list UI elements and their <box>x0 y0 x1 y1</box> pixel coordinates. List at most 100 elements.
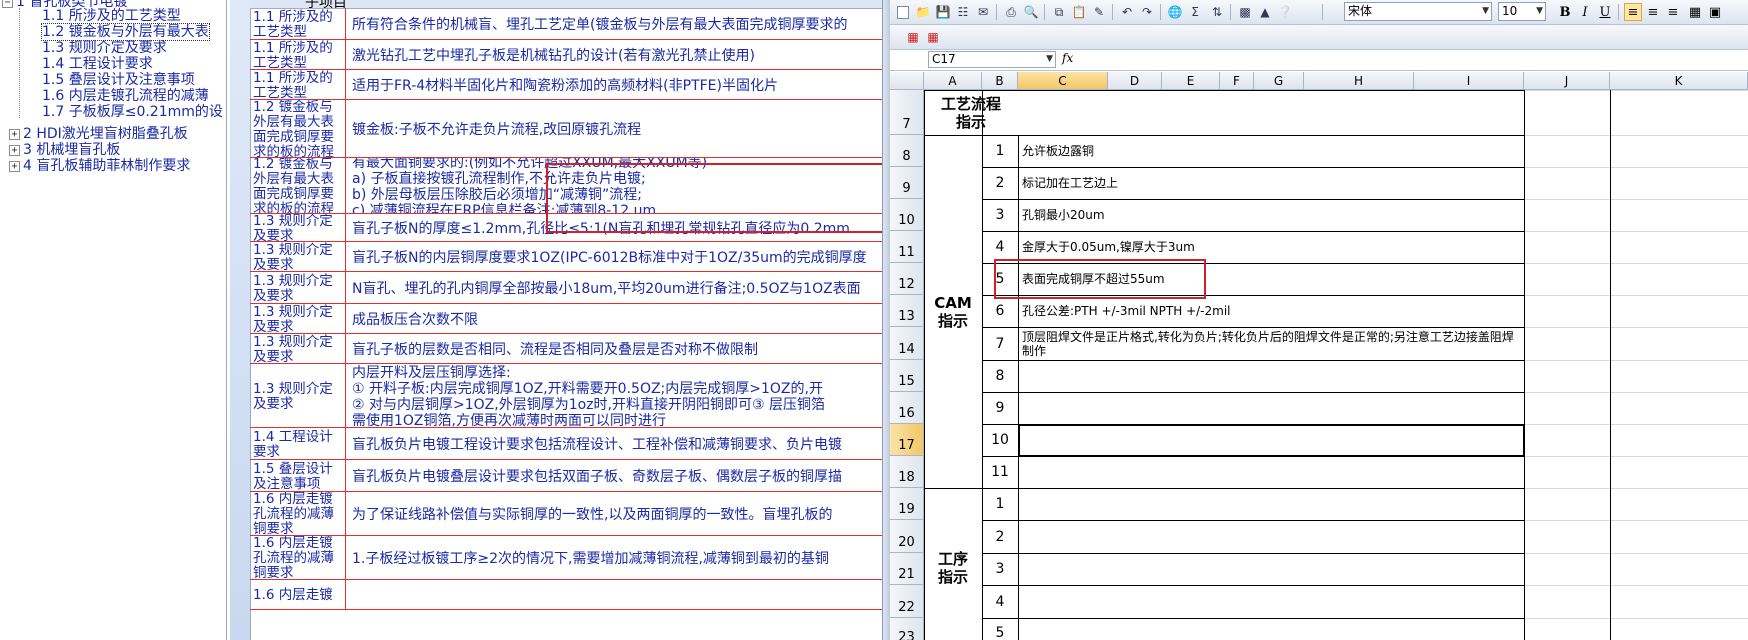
row-header[interactable]: 10 <box>890 199 924 231</box>
procedure-item-number[interactable]: 1 <box>982 488 1018 520</box>
spec-row[interactable]: 1.6 内层走镀孔流程的减薄铜要求 为了保证线路补偿值与实际铜厚的一致性,以及两面… <box>250 492 882 536</box>
row-header[interactable]: 18 <box>890 456 924 488</box>
active-cell-c17[interactable] <box>1018 424 1525 457</box>
copy-icon[interactable]: ⧉ <box>1050 3 1068 21</box>
merge-center-button[interactable]: ▦ <box>1686 3 1704 21</box>
spec-row[interactable]: 1.4 工程设计要求 盲孔板负片电镀工程设计要求包括流程设计、工程补偿和减薄铜要求… <box>250 428 882 460</box>
tree-section-node[interactable]: +4 盲孔板辅助菲林制作要求 <box>9 157 190 175</box>
save-icon[interactable]: 💾 <box>934 3 952 21</box>
row-header[interactable]: 23 <box>890 618 924 640</box>
column-header-i[interactable]: I <box>1414 72 1524 90</box>
column-header-h[interactable]: H <box>1304 72 1414 90</box>
cam-item-text[interactable]: 允许板边露铜 <box>1018 135 1524 167</box>
column-header-d[interactable]: D <box>1108 72 1162 90</box>
new-file-icon[interactable] <box>894 3 912 21</box>
cam-item-number[interactable]: 6 <box>982 295 1018 327</box>
section-cam[interactable]: CAM 指示 <box>924 135 982 488</box>
spec-row[interactable]: 1.6 内层走镀 <box>250 580 882 610</box>
row-header[interactable]: 21 <box>890 553 924 585</box>
spec-row[interactable]: 1.2 镀金板与外层有最大表面完成铜厚要求的板的流程 有最大面铜要求的:(例如不允… <box>250 158 882 214</box>
row-header[interactable]: 8 <box>890 135 924 167</box>
autosum-icon[interactable]: Σ <box>1186 3 1204 21</box>
cam-item-text[interactable]: 顶层阻焊文件是正片格式,转化为负片;转化负片后的阻焊文件是正常的;另注意工艺边接… <box>1018 327 1524 360</box>
spec-row[interactable]: 1.6 内层走镀孔流程的减薄铜要求 1.子板经过板镀工序≥2次的情况下,需要增加减… <box>250 536 882 580</box>
section-procedure[interactable]: 工序 指示 <box>924 488 982 640</box>
chart-wizard-icon[interactable]: ▩ <box>1236 3 1254 21</box>
print-preview-icon[interactable]: 🔍 <box>1022 3 1040 21</box>
align-right-button[interactable]: ≡ <box>1664 3 1682 21</box>
spec-row[interactable]: 1.5 叠层设计及注意事项 盲孔板负片电镀叠层设计要求包括双面子板、奇数层子板、偶… <box>250 460 882 492</box>
spec-row[interactable]: 1.3 规则介定及要求 N盲孔、埋孔的孔内铜厚全部按最小18um,平均20um进行… <box>250 272 882 304</box>
help-icon[interactable]: ❔ <box>1276 3 1294 21</box>
cam-item-text[interactable] <box>1018 360 1524 392</box>
column-header-c[interactable]: C <box>1018 72 1108 90</box>
permission-icon[interactable]: ☷ <box>954 3 972 21</box>
cam-item-number[interactable]: 1 <box>982 135 1018 167</box>
cam-item-number[interactable]: 8 <box>982 360 1018 392</box>
format-painter-icon[interactable]: ✎ <box>1090 3 1108 21</box>
select-all-corner[interactable] <box>890 72 924 90</box>
cam-item-text[interactable]: 标记加在工艺边上 <box>1018 167 1524 199</box>
procedure-item-number[interactable]: 4 <box>982 585 1018 618</box>
cam-item-text[interactable]: 孔铜最小20um <box>1018 199 1524 231</box>
column-header-g[interactable]: G <box>1254 72 1304 90</box>
cam-item-number[interactable]: 2 <box>982 167 1018 199</box>
column-header-j[interactable]: J <box>1524 72 1610 90</box>
drawing-icon[interactable]: ▲ <box>1256 3 1274 21</box>
row-header[interactable]: 15 <box>890 360 924 392</box>
redo-icon[interactable]: ↷ <box>1138 3 1156 21</box>
align-left-button[interactable]: ≡ <box>1624 3 1642 21</box>
font-size-select[interactable]: 10 ▼ <box>1498 2 1546 21</box>
row-header[interactable]: 13 <box>890 295 924 327</box>
cam-item-number[interactable]: 3 <box>982 199 1018 231</box>
cam-item-number[interactable]: 10 <box>982 424 1018 456</box>
sort-ascending-icon[interactable]: ⇅ <box>1208 3 1226 21</box>
spec-row[interactable]: 1.2 镀金板与外层有最大表面完成铜厚要求的板的流程 镀金板:子板不允许走负片流程… <box>250 100 882 158</box>
column-header-e[interactable]: E <box>1162 72 1220 90</box>
spec-row[interactable]: 1.1 所涉及的工艺类型 激光钻孔工艺中埋孔子板是机械钻孔的设计(若有激光孔禁止使… <box>250 40 882 70</box>
row-header[interactable]: 14 <box>890 327 924 360</box>
spec-row[interactable]: 1.3 规则介定及要求 盲孔子板N的内层铜厚度要求1OZ(IPC-6012B标准中… <box>250 242 882 272</box>
spec-row[interactable]: 1.1 所涉及的工艺类型 所有符合条件的机械盲、埋孔工艺定单(镀金板与外层有最大表… <box>250 8 882 40</box>
cam-item-text[interactable]: 表面完成铜厚不超过55um <box>1018 263 1524 295</box>
pdf-email-icon[interactable]: ▦ <box>924 28 942 46</box>
row-header[interactable]: 22 <box>890 585 924 618</box>
expand-icon[interactable]: + <box>9 144 20 156</box>
cam-item-number[interactable]: 7 <box>982 327 1018 360</box>
column-header-b[interactable]: B <box>982 72 1018 90</box>
fx-icon[interactable]: fx <box>1062 51 1073 65</box>
procedure-item-number[interactable]: 2 <box>982 520 1018 553</box>
column-header-a[interactable]: A <box>924 72 982 90</box>
tree-node[interactable]: 1.7 子板板厚≤0.21mm的设 <box>42 103 223 121</box>
row-header[interactable]: 20 <box>890 520 924 553</box>
pdf-convert-icon[interactable]: ▦ <box>904 28 922 46</box>
spec-row[interactable]: 1.1 所涉及的工艺类型 适用于FR-4材料半固化片和陶瓷粉添加的高频材料(非PT… <box>250 70 882 100</box>
paste-icon[interactable]: 📋 <box>1070 3 1088 21</box>
email-icon[interactable]: ✉ <box>974 3 992 21</box>
cam-item-number[interactable]: 4 <box>982 231 1018 263</box>
cam-item-text[interactable]: 孔径公差:PTH +/-3mil NPTH +/-2mil <box>1018 295 1524 327</box>
procedure-item-number[interactable]: 3 <box>982 553 1018 585</box>
currency-button[interactable]: ▣ <box>1706 3 1724 21</box>
spec-row[interactable]: 1.3 规则介定及要求 内层开料及层压铜厚选择: ① 开料子板:内层完成铜厚1OZ… <box>250 364 882 428</box>
expand-icon[interactable]: + <box>9 160 20 172</box>
spec-row[interactable]: 1.3 规则介定及要求 成品板压合次数不限 <box>250 304 882 334</box>
cam-item-text[interactable] <box>1018 456 1524 488</box>
expand-icon[interactable]: + <box>9 128 20 140</box>
hyperlink-icon[interactable]: 🌐 <box>1166 3 1184 21</box>
collapse-icon[interactable]: − <box>2 0 13 8</box>
cam-item-number[interactable]: 11 <box>982 456 1018 488</box>
procedure-item-number[interactable]: 5 <box>982 618 1018 640</box>
align-center-button[interactable]: ≡ <box>1644 3 1662 21</box>
row-header[interactable]: 7 <box>890 90 924 135</box>
spec-row[interactable]: 1.3 规则介定及要求 盲孔子板N的厚度≤1.2mm,孔径比≤5:1(N盲孔和埋孔… <box>250 214 882 242</box>
row-selector-strip[interactable] <box>230 0 251 640</box>
row-header[interactable]: 11 <box>890 231 924 263</box>
undo-icon[interactable]: ↶ <box>1118 3 1136 21</box>
cam-item-number[interactable]: 9 <box>982 392 1018 424</box>
print-icon[interactable]: ⎙ <box>1002 3 1020 21</box>
row-header[interactable]: 17 <box>890 424 924 456</box>
font-name-select[interactable]: 宋体 ▼ <box>1344 2 1492 21</box>
open-folder-icon[interactable]: 📁 <box>914 3 932 21</box>
column-header-k[interactable]: K <box>1610 72 1748 90</box>
